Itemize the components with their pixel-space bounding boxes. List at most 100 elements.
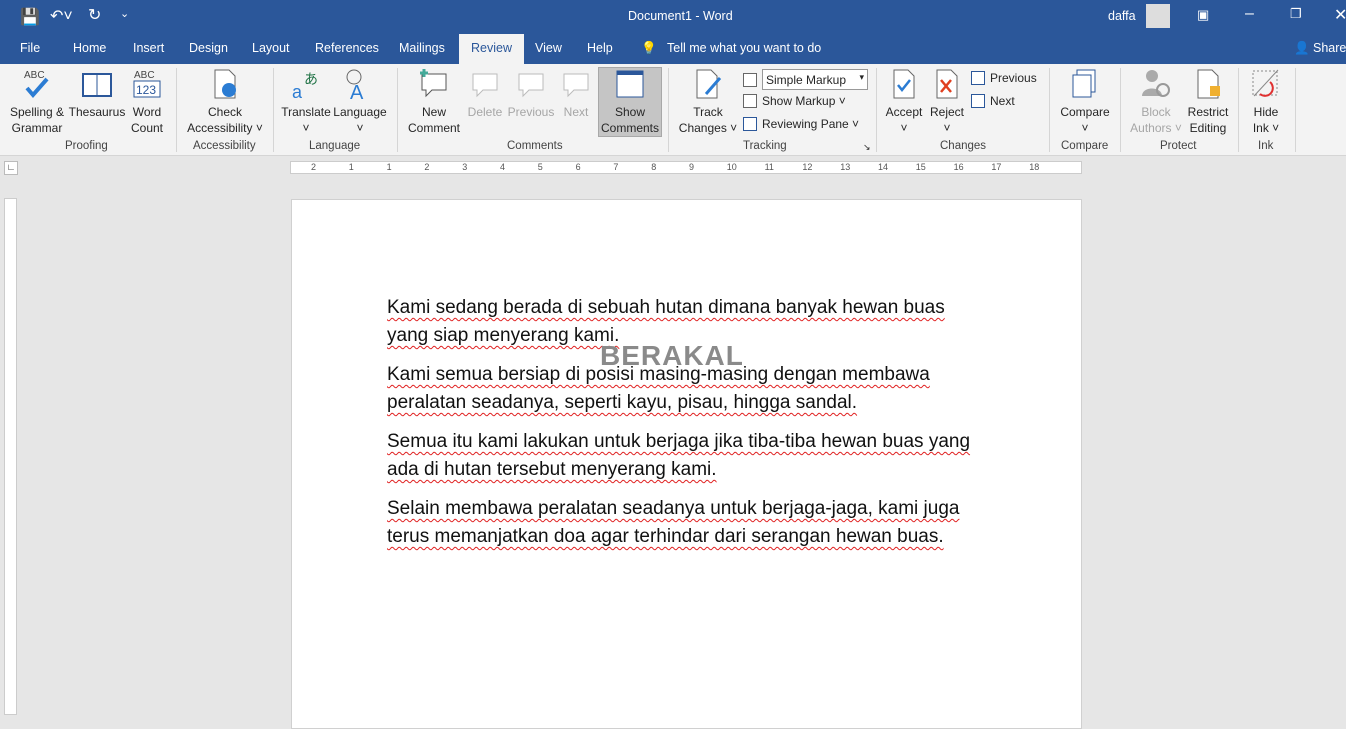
- paragraph[interactable]: Semua itu kami lakukan untuk berjaga jik…: [387, 428, 970, 484]
- next-change-button[interactable]: Next: [971, 94, 1015, 108]
- accept-button[interactable]: Accept ˅: [882, 68, 926, 136]
- svg-text:ABC: ABC: [24, 70, 45, 81]
- restrict-editing-icon: [1197, 69, 1220, 99]
- ruler-tick-label: 10: [726, 162, 737, 172]
- horizontal-ruler[interactable]: 2 1 1 2 3 4 5 6 7 8 9 10 11 12 13 14 15 16 17 18: [290, 161, 1082, 174]
- tab-view[interactable]: View: [535, 41, 562, 55]
- lightbulb-icon: 💡: [641, 41, 657, 55]
- dropdown-arrow-icon: ▾: [859, 72, 864, 82]
- group-label-compare: Compare: [1061, 140, 1109, 152]
- group-label-accessibility: Accessibility: [193, 140, 256, 152]
- restrict-editing-button[interactable]: Restrict Editing: [1186, 68, 1230, 136]
- share-icon[interactable]: 👤: [1294, 41, 1310, 56]
- separator: [1295, 68, 1296, 152]
- ruler-tick-label: 3: [462, 162, 468, 172]
- accessibility-icon: [214, 69, 236, 99]
- save-icon[interactable]: 💾: [20, 7, 40, 27]
- separator: [1238, 68, 1239, 152]
- reject-icon: [936, 69, 958, 99]
- spelling-grammar-button[interactable]: ABC Spelling & Grammar: [6, 68, 68, 136]
- tell-me-search[interactable]: Tell me what you want to do: [667, 41, 821, 55]
- document-page[interactable]: Kami sedang berada di sebuah hutan diman…: [291, 199, 1082, 729]
- restore-icon[interactable]: ❐: [1290, 6, 1302, 22]
- markup-select[interactable]: Simple Markup ▾: [762, 69, 868, 90]
- ribbon: ABC Spelling & Grammar Thesaurus ABC 123 Wor…: [0, 64, 1346, 156]
- check-accessibility-button[interactable]: Check Accessibility ˅: [182, 68, 268, 136]
- tab-design[interactable]: Design: [189, 41, 228, 55]
- separator: [1120, 68, 1121, 152]
- translate-button[interactable]: a あ Translate ˅: [280, 68, 332, 136]
- delete-comment-button[interactable]: Delete: [464, 68, 506, 120]
- redo-icon[interactable]: ↻: [88, 5, 101, 25]
- ruler-tick-label: 8: [651, 162, 657, 172]
- vertical-ruler[interactable]: [4, 198, 17, 715]
- show-markup-button[interactable]: Show Markup ˅: [743, 94, 846, 108]
- ruler-tick-label: 18: [1029, 162, 1040, 172]
- track-changes-button[interactable]: Track Changes ˅: [676, 68, 740, 136]
- ruler-tick-label: 11: [764, 162, 774, 172]
- paragraph[interactable]: Selain membawa peralatan seadanya untuk …: [387, 495, 959, 551]
- ruler-tick-label: 14: [878, 162, 889, 172]
- tracking-options-launcher[interactable]: ↘: [863, 142, 871, 153]
- reviewing-pane-icon: [743, 117, 757, 131]
- thesaurus-button[interactable]: Thesaurus: [68, 68, 126, 120]
- tab-home[interactable]: Home: [73, 41, 106, 55]
- watermark: BERAKAL: [600, 340, 744, 371]
- undo-icon[interactable]: ↶˅: [50, 6, 73, 26]
- tab-selector[interactable]: ∟: [4, 161, 18, 175]
- avatar[interactable]: [1146, 4, 1170, 28]
- markup-icon: [743, 72, 757, 87]
- previous-change-button[interactable]: Previous: [971, 71, 1037, 85]
- ruler-tick-label: 15: [915, 162, 926, 172]
- compare-button[interactable]: Compare ˅: [1054, 68, 1116, 136]
- tab-insert[interactable]: Insert: [133, 41, 164, 55]
- ruler-tick-label: 5: [537, 162, 543, 172]
- share-button[interactable]: Share: [1313, 41, 1346, 55]
- new-comment-button[interactable]: New Comment: [404, 68, 464, 136]
- tab-file[interactable]: File: [20, 41, 40, 55]
- spelling-check-icon: ABC: [24, 70, 49, 99]
- hide-ink-button[interactable]: Hide Ink ˅: [1244, 68, 1288, 136]
- ruler-tick-label: 7: [613, 162, 619, 172]
- separator: [273, 68, 274, 152]
- reviewing-pane-button[interactable]: Reviewing Pane ˅: [743, 117, 859, 131]
- ruler-tick-label: 6: [575, 162, 581, 172]
- group-label-ink: Ink: [1258, 140, 1274, 152]
- reject-button[interactable]: Reject ˅: [926, 68, 968, 136]
- user-name[interactable]: daffa: [1108, 9, 1136, 23]
- tab-mailings[interactable]: Mailings: [399, 41, 445, 55]
- ruler-tick-label: 1: [386, 162, 392, 172]
- ribbon-tabs: File Home Insert Design Layout Reference…: [0, 32, 1346, 64]
- language-button[interactable]: A Language ˅: [332, 68, 388, 136]
- language-icon: A: [346, 69, 364, 100]
- minimize-icon[interactable]: –: [1245, 5, 1254, 23]
- next-comment-button[interactable]: Next: [556, 68, 596, 120]
- display-for-review: Simple Markup ▾: [743, 69, 868, 90]
- show-comments-button[interactable]: Show Comments: [598, 67, 662, 137]
- separator: [876, 68, 877, 152]
- close-icon[interactable]: ✕: [1334, 5, 1346, 25]
- previous-comment-icon: [518, 73, 544, 98]
- ribbon-display-icon[interactable]: ▣: [1197, 7, 1209, 23]
- tab-layout[interactable]: Layout: [252, 41, 290, 55]
- svg-text:あ: あ: [304, 71, 318, 87]
- block-authors-button[interactable]: Block Authors ˅: [1126, 68, 1186, 136]
- tab-references[interactable]: References: [315, 41, 379, 55]
- tab-help[interactable]: Help: [587, 41, 613, 55]
- group-label-protect: Protect: [1160, 140, 1197, 152]
- separator: [397, 68, 398, 152]
- track-changes-icon: [696, 69, 722, 99]
- word-count-button[interactable]: ABC 123 Word Count: [126, 68, 168, 136]
- ruler-tick-label: 2: [424, 162, 430, 172]
- group-label-proofing: Proofing: [65, 140, 108, 152]
- next-comment-icon: [563, 73, 589, 98]
- customize-qat-icon[interactable]: ⌄: [120, 7, 129, 20]
- ruler-tick-label: 9: [689, 162, 695, 172]
- word-count-icon: ABC 123: [133, 70, 161, 98]
- svg-text:a: a: [292, 82, 303, 100]
- compare-icon: [1072, 69, 1096, 98]
- tab-review[interactable]: Review: [459, 34, 524, 64]
- group-label-tracking: Tracking: [743, 140, 787, 152]
- previous-comment-button[interactable]: Previous: [506, 68, 556, 120]
- ruler-tick-label: 12: [802, 162, 813, 172]
